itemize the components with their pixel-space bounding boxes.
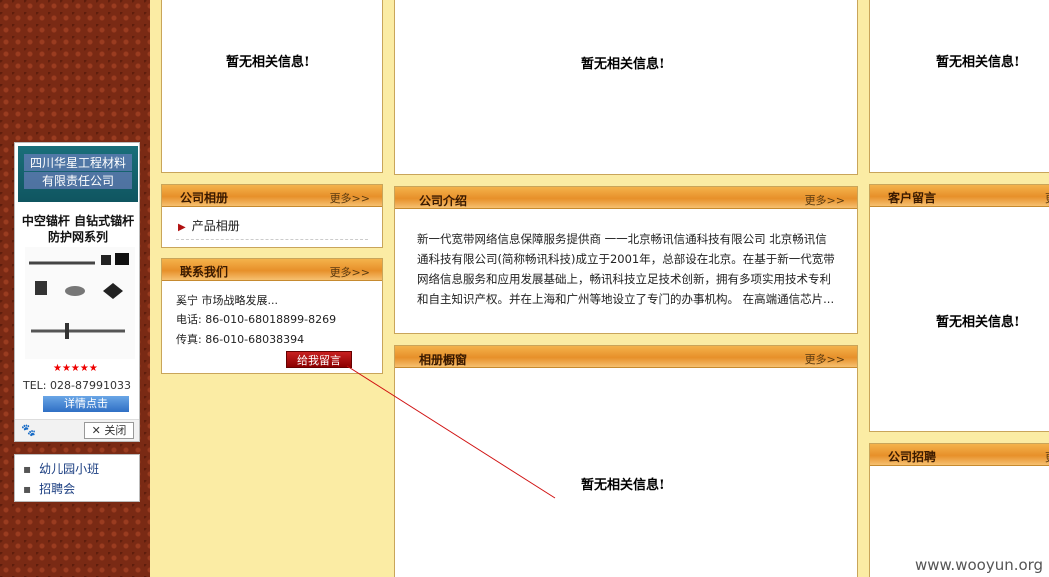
guestbook-panel: 客户留言 更 暂无相关信息! <box>869 184 1049 432</box>
middle-top-panel: 暂无相关信息! <box>394 0 858 175</box>
bullet-icon: ▪ <box>23 462 32 476</box>
more-link[interactable]: 更多>> <box>330 264 370 280</box>
left-nav-item-kindergarten[interactable]: ▪ 幼儿园小班 <box>23 460 99 477</box>
company-intro-text: 新一代宽带网络信息保障服务提供商 一一北京畅讯信通科技有限公司 北京畅讯信通科技… <box>417 232 835 306</box>
album-window-panel: 相册橱窗 更多>> 暂无相关信息! <box>394 345 858 577</box>
triangle-right-icon: ▶ <box>178 222 186 233</box>
contact-fax: 传真: 86-010-68038394 <box>176 333 305 346</box>
more-link[interactable]: 更 <box>1045 190 1049 206</box>
divider <box>176 239 368 240</box>
left-top-panel: 暂无相关信息! <box>161 0 383 173</box>
album-item-products[interactable]: ▶ 产品相册 <box>178 217 240 234</box>
company-album-panel: 公司相册 更多>> ▶ 产品相册 <box>161 184 383 248</box>
left-nav-list: ▪ 幼儿园小班 ▪ 招聘会 <box>14 454 140 502</box>
recruitment-header: 公司招聘 更 <box>870 444 1049 466</box>
right-top-panel: 暂无相关信息! <box>869 0 1049 173</box>
bullet-icon: ▪ <box>23 482 32 496</box>
guestbook-header: 客户留言 更 <box>870 185 1049 207</box>
panel-title: 公司相册 <box>180 191 229 205</box>
company-intro-panel: 公司介绍 更多>> 新一代宽带网络信息保障服务提供商 一一北京畅讯信通科技有限公… <box>394 186 858 334</box>
more-link[interactable]: 更 <box>1045 449 1049 465</box>
contact-header: 联系我们 更多>> <box>162 259 382 281</box>
empty-message: 暂无相关信息! <box>226 55 310 70</box>
ad-company-line2: 有限责任公司 <box>24 172 132 189</box>
album-item-label: 产品相册 <box>191 219 240 233</box>
ad-banner[interactable]: 四川华星工程材料 有限责任公司 <box>18 146 138 202</box>
company-album-header: 公司相册 更多>> <box>162 185 382 207</box>
ad-details-button[interactable]: 详情点击 <box>43 396 129 412</box>
left-nav-label: 招聘会 <box>39 482 76 496</box>
panel-title: 公司介绍 <box>419 194 468 208</box>
ad-telephone: TEL: 028-87991033 <box>23 379 131 392</box>
more-link[interactable]: 更多>> <box>330 190 370 206</box>
left-nav-item-jobfair[interactable]: ▪ 招聘会 <box>23 480 75 497</box>
contact-panel: 联系我们 更多>> 奚宁 市场战略发展... 电话: 86-010-680188… <box>161 258 383 374</box>
more-link[interactable]: 更多>> <box>805 351 845 367</box>
ad-close-button[interactable]: ✕ 关闭 <box>84 422 134 439</box>
leave-message-button[interactable]: 给我留言 <box>286 351 352 368</box>
ad-company-line1: 四川华星工程材料 <box>24 154 132 171</box>
ad-product-title: 中空锚杆 自钻式锚杆 防护网系列 <box>18 213 138 245</box>
empty-message: 暂无相关信息! <box>936 315 1020 330</box>
panel-title: 联系我们 <box>180 265 229 279</box>
left-nav-label: 幼儿园小班 <box>39 462 100 476</box>
floating-ad[interactable]: 四川华星工程材料 有限责任公司 中空锚杆 自钻式锚杆 防护网系列 ★★★★★ T… <box>14 142 140 442</box>
more-link[interactable]: 更多>> <box>805 192 845 208</box>
empty-message: 暂无相关信息! <box>936 55 1020 70</box>
ad-bottom-bar: 🐾 ✕ 关闭 <box>15 419 139 441</box>
ad-product-line1: 中空锚杆 自钻式锚杆 <box>21 214 135 228</box>
album-window-header: 相册橱窗 更多>> <box>395 346 857 368</box>
contact-person: 奚宁 市场战略发展... <box>176 294 278 307</box>
watermark: www.wooyun.org <box>912 556 1047 574</box>
ad-product-image[interactable] <box>25 247 135 359</box>
ad-rating-stars: ★★★★★ <box>53 363 98 374</box>
paw-icon: 🐾 <box>21 423 36 437</box>
panel-title: 客户留言 <box>888 191 937 205</box>
empty-message: 暂无相关信息! <box>581 478 665 493</box>
panel-title: 相册橱窗 <box>419 353 468 367</box>
empty-message: 暂无相关信息! <box>581 57 665 72</box>
company-intro-header: 公司介绍 更多>> <box>395 187 857 209</box>
contact-phone: 电话: 86-010-68018899-8269 <box>176 313 337 326</box>
ad-product-line2: 防护网系列 <box>47 230 108 244</box>
panel-title: 公司招聘 <box>888 450 937 464</box>
